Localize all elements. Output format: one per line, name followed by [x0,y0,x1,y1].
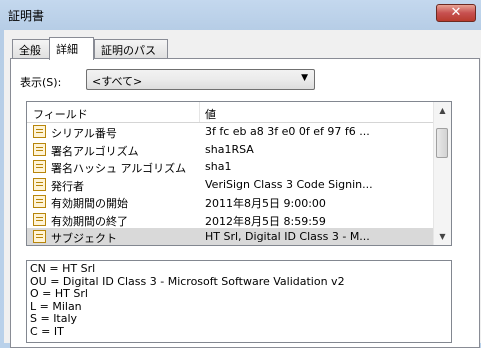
field-value: VeriSign Class 3 Code Signin... [205,177,373,191]
certificate-field-icon [33,125,46,138]
scroll-down-icon[interactable]: ▼ [434,228,451,245]
certificate-dialog: 証明書 ✕ 全般 詳細 証明のパス 表示(S): <すべて> ▼ フィールド 値… [0,0,481,348]
chevron-down-icon: ▼ [301,73,308,83]
field-name: 有効期間の開始 [51,197,128,210]
details-line: C = IT [30,324,64,338]
field-value: sha1 [205,160,232,173]
field-name: 発行者 [51,179,84,193]
tab-details-label: 詳細 [56,43,78,56]
field-name: サブジェクト [51,232,117,245]
field-details-textbox[interactable]: CN = HT Srl OU = Digital ID Class 3 - Mi… [26,260,452,343]
show-dropdown-value: <すべて> [92,75,143,88]
certificate-field-icon [33,142,46,156]
field-list[interactable]: フィールド 値 シリアル番号 3f fc eb a8 3f e0 0f ef 9… [26,101,452,246]
show-label: 表示(S): [20,76,62,89]
column-header-value[interactable]: 値 [205,106,216,122]
scrollbar-thumb[interactable] [436,128,448,158]
list-item[interactable]: 有効期間の終了 2012年8月5日 8:59:59 [27,211,435,229]
window-title: 証明書 [8,9,45,23]
list-item[interactable]: 署名アルゴリズム sha1RSA [27,141,435,159]
field-value: 2011年8月5日 9:00:00 [205,197,326,210]
title-bar[interactable]: 証明書 ✕ [0,0,481,30]
certificate-field-icon [33,195,46,208]
vertical-scrollbar[interactable]: ▲ ▼ [433,102,451,245]
column-divider[interactable] [199,102,200,122]
details-line: S = Italy [30,312,78,325]
tab-general[interactable]: 全般 [12,39,50,58]
field-value: HT Srl, Digital ID Class 3 - M... [205,230,370,243]
scroll-up-icon[interactable]: ▲ [434,102,451,119]
details-line: L = Milan [30,299,82,313]
field-name: 署名アルゴリズム [51,144,139,158]
tab-details[interactable]: 詳細 [49,37,94,60]
list-item-selected[interactable]: サブジェクト HT Srl, Digital ID Class 3 - M... [27,228,435,245]
tab-general-label: 全般 [19,44,41,57]
close-icon: ✕ [450,5,462,20]
certificate-field-icon [33,230,46,243]
list-item[interactable]: シリアル番号 3f fc eb a8 3f e0 0f ef 97 f6 ... [27,123,435,141]
list-item[interactable]: 発行者 VeriSign Class 3 Code Signin... [27,176,435,194]
certificate-field-icon [33,177,46,191]
list-item[interactable]: 署名ハッシュ アルゴリズム sha1 [27,158,435,176]
list-rows: シリアル番号 3f fc eb a8 3f e0 0f ef 97 f6 ...… [27,123,435,245]
tab-certification-path-label: 証明のパス [101,44,156,57]
field-value: 3f fc eb a8 3f e0 0f ef 97 f6 ... [205,125,370,138]
certificate-field-icon [33,212,46,226]
certificate-field-icon [33,160,46,173]
show-dropdown[interactable]: <すべて> ▼ [86,69,315,90]
list-item[interactable]: 有効期間の開始 2011年8月5日 9:00:00 [27,193,435,211]
field-value: sha1RSA [205,142,254,156]
list-header: フィールド 値 [27,102,435,123]
field-value: 2012年8月5日 8:59:59 [205,214,326,228]
field-name: 有効期間の終了 [51,214,128,228]
column-header-field[interactable]: フィールド [33,106,88,122]
details-line: O = HT Srl [30,287,88,300]
close-button[interactable]: ✕ [436,4,476,22]
details-line: OU = Digital ID Class 3 - Microsoft Soft… [30,274,345,288]
details-line: CN = HT Srl [30,262,96,275]
tab-certification-path[interactable]: 証明のパス [94,39,168,58]
field-name: 署名ハッシュ アルゴリズム [51,162,187,175]
field-name: シリアル番号 [51,127,117,140]
